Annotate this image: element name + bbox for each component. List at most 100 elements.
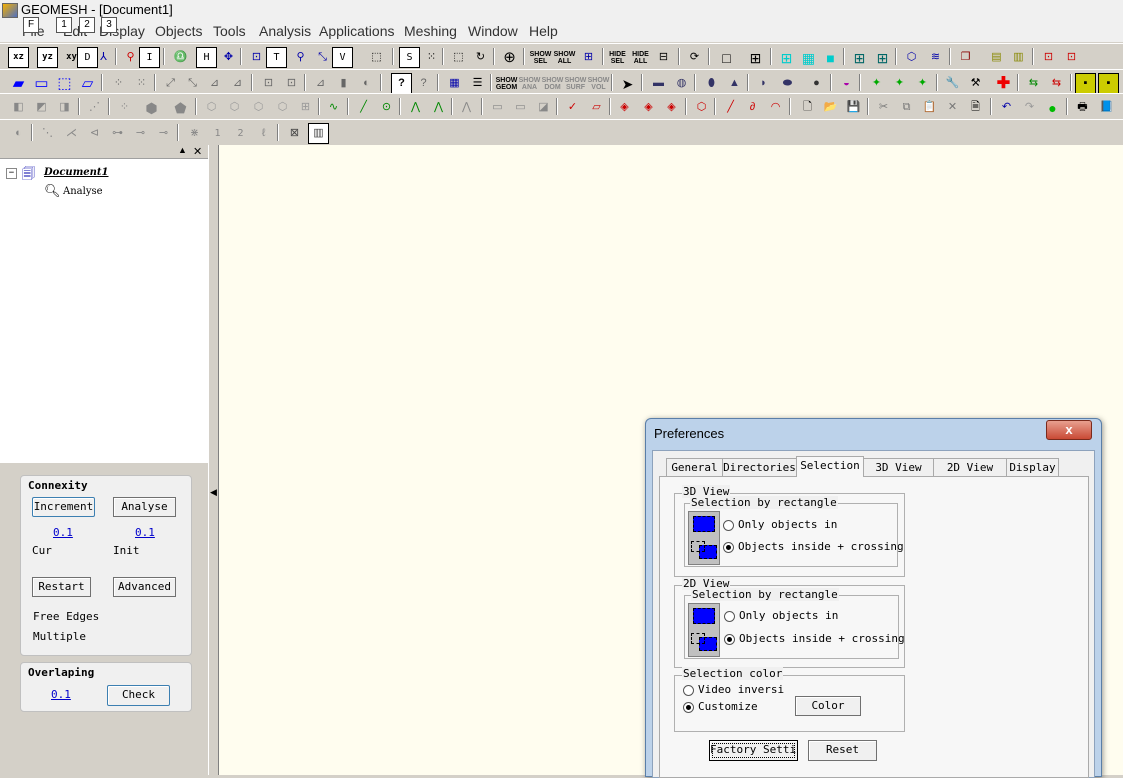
bulb-2-icon[interactable]: ✦ [889, 73, 910, 94]
tree-root-document[interactable]: Document1 [44, 167, 109, 178]
cur-value-link[interactable]: 0.1 [53, 526, 73, 539]
init-value-link[interactable]: 0.1 [135, 526, 155, 539]
box-blue-icon[interactable]: ▭ [31, 73, 52, 94]
menu-help[interactable]: Help [529, 23, 558, 39]
menu-analysis[interactable]: Analysis [259, 23, 311, 39]
help-pointer-icon[interactable]: ? [413, 73, 434, 94]
sphere-icon[interactable]: ◍ [671, 73, 692, 94]
radio-3d-inside-crossing[interactable] [723, 542, 734, 553]
radio-2d-only-objects[interactable] [724, 611, 735, 622]
yellow-box-icon[interactable]: ▪ [1075, 73, 1096, 94]
grey-square-2-icon[interactable]: ◩ [31, 97, 52, 118]
color-button[interactable]: Color [795, 696, 861, 716]
grey-plane-2-icon[interactable]: ▭ [510, 97, 531, 118]
tab-3d-view[interactable]: 3D View [863, 458, 934, 476]
menu-tools[interactable]: Tools [213, 23, 246, 39]
arrows-green-icon[interactable]: ⇆ [1023, 73, 1044, 94]
view-yz-button[interactable]: yz [37, 47, 58, 68]
wrench-icon[interactable]: 🔧 [942, 73, 963, 94]
bell-icon[interactable]: ♎ [170, 47, 191, 68]
grey-power-2-icon[interactable]: 2 [230, 123, 251, 144]
grey-plane-icon[interactable]: ▭ [487, 97, 508, 118]
new-file-icon[interactable]: 🗋 [797, 97, 818, 118]
dialog-close-button[interactable]: x [1046, 420, 1092, 440]
arc-icon[interactable]: ⋀ [405, 97, 426, 118]
restart-button[interactable]: Restart [32, 577, 91, 597]
box-dash-icon[interactable]: ⬚ [54, 73, 75, 94]
factory-settings-button[interactable]: Factory Settin [709, 740, 798, 761]
zoom-select-icon[interactable]: ⤡ [312, 47, 333, 68]
grey-cube-5-icon[interactable]: ⊞ [295, 97, 316, 118]
grey-step-icon[interactable]: ⊿ [310, 73, 331, 94]
help-box-icon[interactable]: ? [391, 73, 412, 94]
box-outline-icon[interactable]: ▱ [77, 73, 98, 94]
grey-node-3-icon[interactable]: ⁘ [114, 97, 135, 118]
window-cascade-icon[interactable]: ❐ [955, 47, 976, 68]
advanced-button[interactable]: Advanced [113, 577, 176, 597]
grey-square-3-icon[interactable]: ◨ [54, 97, 75, 118]
grey-node-icon[interactable]: ⁘ [108, 73, 129, 94]
window-arrange-icon[interactable]: ▥ [1008, 47, 1029, 68]
circle-icon[interactable]: ● [806, 73, 827, 94]
tile-2-icon[interactable]: ⊞ [872, 47, 893, 68]
run-green-icon[interactable]: ● [1042, 97, 1063, 118]
tab-general[interactable]: General [666, 458, 723, 476]
red-arc-icon[interactable]: ◠ [765, 97, 786, 118]
circle-center-icon[interactable]: ⊙ [376, 97, 397, 118]
list-icon[interactable]: ☰ [467, 73, 488, 94]
radio-2d-inside-crossing[interactable] [724, 634, 735, 645]
pin-icon[interactable]: ⚲ [120, 47, 141, 68]
grey-bar-icon[interactable]: ▮ [333, 73, 354, 94]
cylinder-icon[interactable]: ⬮ [701, 73, 722, 94]
red-cube-icon[interactable]: ⬡ [691, 97, 712, 118]
grey-pick-4-icon[interactable]: ⊶ [107, 123, 128, 144]
red-curve-icon[interactable]: ∂ [742, 97, 763, 118]
torus-icon[interactable]: ⬬ [777, 73, 798, 94]
view-xz-button[interactable]: xz [8, 47, 29, 68]
radio-video-inverse[interactable] [683, 685, 694, 696]
text-button[interactable]: T [266, 47, 287, 68]
rotate-icon[interactable]: ↻ [470, 47, 491, 68]
menu-objects[interactable]: Objects [155, 23, 202, 39]
zoom-icon[interactable]: ⚲ [290, 47, 311, 68]
half-cylinder-icon[interactable]: ◗ [753, 73, 774, 94]
grey-square-icon[interactable]: ◧ [8, 97, 29, 118]
menu-window[interactable]: Window [468, 23, 518, 39]
single-view-icon[interactable]: □ [716, 47, 737, 68]
check-button[interactable]: Check [107, 685, 170, 706]
collapse-left-icon[interactable]: ◀ [210, 487, 217, 498]
line-icon[interactable]: ╱ [353, 97, 374, 118]
grey-arrow-2-icon[interactable]: ⤡ [182, 73, 203, 94]
solid-blue-icon[interactable]: ▰ [8, 73, 29, 94]
collapse-up-icon[interactable]: ▲ [178, 145, 187, 155]
solid-box-icon[interactable]: ▬ [648, 73, 669, 94]
red-plane-icon[interactable]: ▱ [586, 97, 607, 118]
quad-view-cyan-icon[interactable]: ⊞ [776, 47, 797, 68]
menu-meshing[interactable]: Meshing [404, 23, 457, 39]
crosshair-icon[interactable]: ⊕ [499, 47, 520, 68]
overlaping-value-link[interactable]: 0.1 [51, 688, 71, 701]
hide-button[interactable]: H [196, 47, 217, 68]
radio-3d-only-objects[interactable] [723, 520, 734, 531]
show-dom-button[interactable]: SHOW DOM [542, 73, 564, 94]
red-surface-3-icon[interactable]: ◈ [661, 97, 682, 118]
refresh-icon[interactable]: ⟳ [684, 47, 705, 68]
undo-icon[interactable]: ↶ [996, 97, 1017, 118]
grey-pick-3-icon[interactable]: ⊲ [84, 123, 105, 144]
radio-customize[interactable] [683, 702, 694, 713]
arrow-cursor-icon[interactable]: ➤ [617, 73, 638, 94]
show-ana-button[interactable]: SHOW ANA [519, 73, 541, 94]
grey-pick-7-icon[interactable]: ⋇ [184, 123, 205, 144]
magenta-shape-icon[interactable]: ◒ [836, 73, 857, 94]
add-red-icon[interactable]: ✚ [993, 73, 1014, 94]
grey-plane-3-icon[interactable]: ◪ [533, 97, 554, 118]
tab-display[interactable]: Display [1006, 458, 1059, 476]
delete-icon[interactable]: ✕ [942, 97, 963, 118]
menu-applications[interactable]: Applications [319, 23, 395, 39]
tab-selection[interactable]: Selection [796, 456, 864, 477]
bulb-3-icon[interactable]: ✦ [912, 73, 933, 94]
tab-2d-view[interactable]: 2D View [933, 458, 1007, 476]
grey-pentagon-icon[interactable]: ⬟ [170, 97, 191, 118]
zoom-window-icon[interactable]: ⊡ [246, 47, 267, 68]
grey-pick-icon[interactable]: ⋱ [37, 123, 58, 144]
